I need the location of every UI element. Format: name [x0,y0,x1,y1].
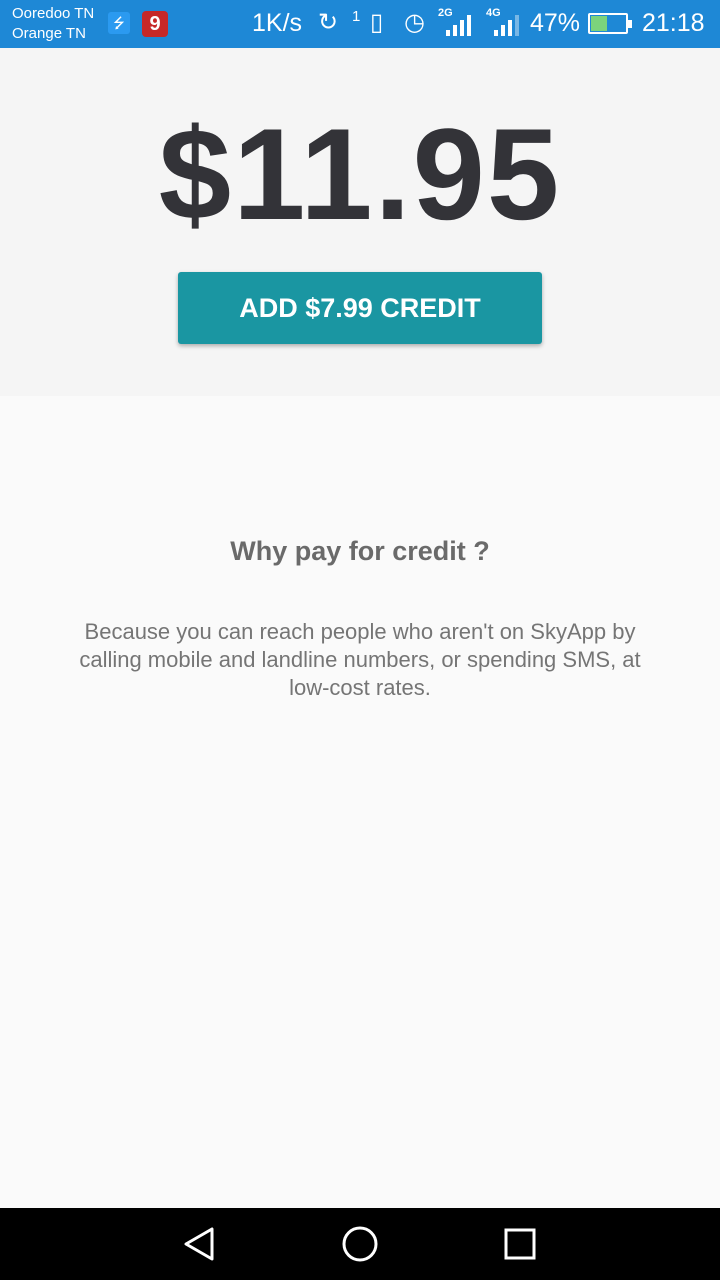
notification-9-icon: 9 [142,11,168,37]
back-icon[interactable] [180,1224,220,1264]
recents-icon[interactable] [500,1224,540,1264]
sync-icon: ↻ [318,9,339,36]
carrier-names: Ooredoo TN Orange TN [12,4,94,44]
sync-count: 1 [352,8,361,25]
carrier-primary: Ooredoo TN [12,5,95,22]
status-bar: Ooredoo TN Orange TN ⭍ 9 1K/s ↻ 1 ▯ ◷ 2G… [0,0,720,48]
carrier-secondary: Orange TN [12,25,86,42]
vibrate-icon: ▯ [370,9,384,36]
battery-percent: 47% [530,9,581,37]
net-speed: 1K/s [252,9,303,37]
battery-icon [588,13,632,34]
add-credit-button[interactable]: ADD $7.99 CREDIT [178,272,542,344]
info-title: Why pay for credit ? [230,536,490,566]
battery-level-fill [591,16,607,31]
clock: 21:18 [642,9,705,37]
signal-icon [494,14,524,36]
credit-balance: $11.95 [158,101,562,247]
credit-panel: $11.95 ADD $7.99 CREDIT [0,48,720,396]
usb-icon: ⭍ [108,12,130,34]
info-body: Because you can reach people who aren't … [79,619,641,700]
navigation-bar [0,1208,720,1280]
home-icon[interactable] [340,1224,380,1264]
signal-icon [446,14,476,36]
alarm-icon: ◷ [404,9,425,36]
